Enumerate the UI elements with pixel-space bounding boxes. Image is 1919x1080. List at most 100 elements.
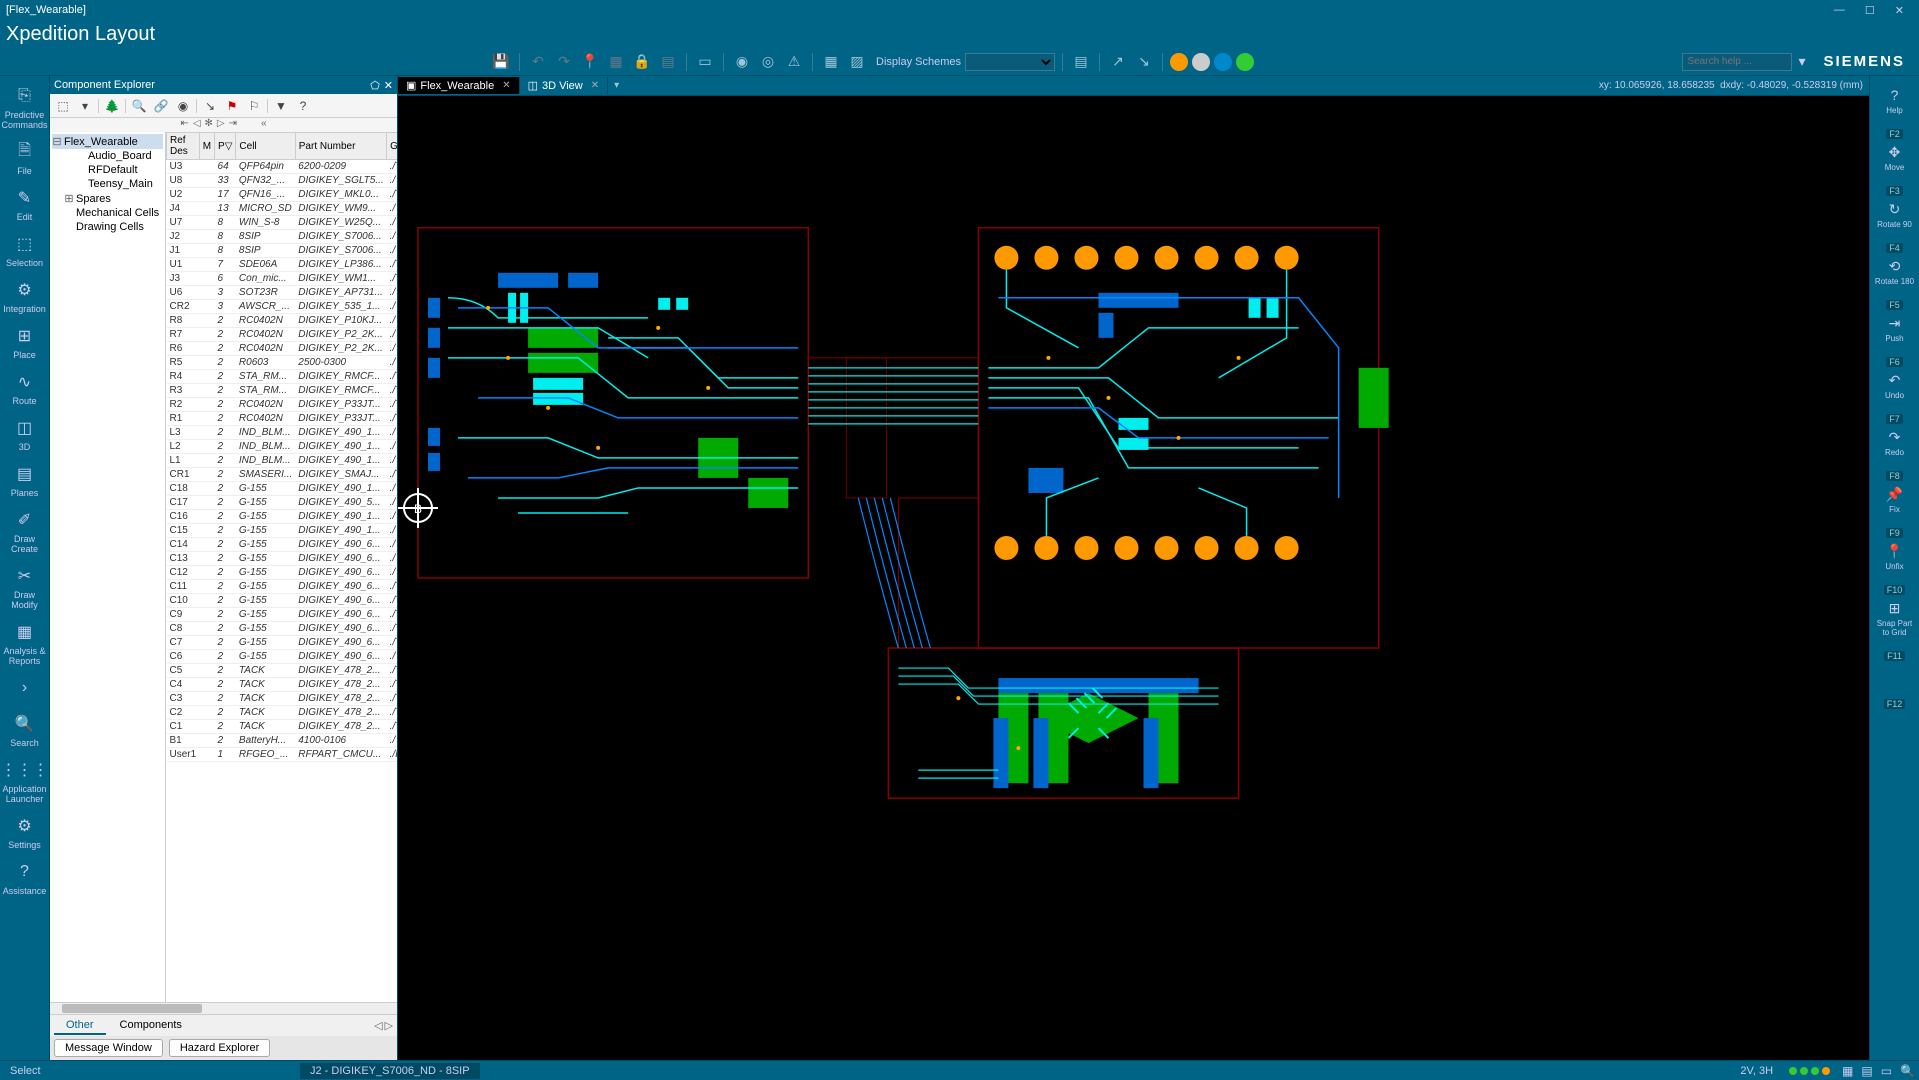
highlight-icon[interactable]: ◉ (731, 51, 753, 73)
table-row[interactable]: R82RC0402NDIGIKEY_P10KJ..../ (167, 314, 398, 328)
nav-last-icon[interactable]: ⇥ (229, 118, 237, 132)
tb-flag2-icon[interactable]: ⚐ (245, 97, 263, 115)
table-row[interactable]: U217QFN16_...DIGIKEY_MKL0..../Teens (167, 188, 398, 202)
table-row[interactable]: R12RC0402NDIGIKEY_P33JT..../Teens (167, 412, 398, 426)
pin-icon[interactable]: 📍 (579, 51, 601, 73)
grid-icon[interactable]: ▦ (605, 51, 627, 73)
tree-node[interactable]: Teensy_Main (52, 177, 163, 191)
col-header[interactable]: Part Number (295, 133, 386, 160)
table-row[interactable]: C112G-155DIGIKEY_490_6..../Teens (167, 580, 398, 594)
col-header[interactable]: M (199, 133, 214, 160)
scheme-icon[interactable]: ▦ (820, 51, 842, 73)
table-row[interactable]: C152G-155DIGIKEY_490_1..../ (167, 524, 398, 538)
table-row[interactable]: C82G-155DIGIKEY_490_6..../Teens (167, 622, 398, 636)
table-row[interactable]: U78WIN_S-8DIGIKEY_W25Q..../ (167, 216, 398, 230)
leftrail-item-12[interactable]: › (1, 672, 49, 706)
doc-tab-close-icon[interactable]: ✕ (591, 80, 599, 91)
table-row[interactable]: C52TACKDIGIKEY_478_2..../Teens (167, 664, 398, 678)
rightrail-item-7[interactable]: F8📌Fix (1871, 467, 1919, 518)
filter-icon[interactable]: ◎ (757, 51, 779, 73)
leftrail-item-5[interactable]: ⊞Place (1, 320, 49, 364)
table-row[interactable]: C172G-155DIGIKEY_490_5..../ (167, 496, 398, 510)
table-row[interactable]: User11RFGEO_...RFPART_CMCU..../RFDef (167, 748, 398, 762)
tree-node[interactable]: Drawing Cells (52, 220, 163, 234)
col-header[interactable]: Ref Des (167, 133, 200, 160)
doc-tab-dropdown[interactable]: ▾ (608, 78, 625, 93)
leftrail-item-13[interactable]: 🔍Search (1, 708, 49, 752)
tb-flag-icon[interactable]: ⚑ (223, 97, 241, 115)
rightrail-item-4[interactable]: F5⇥Push (1871, 296, 1919, 347)
table-row[interactable]: C32TACKDIGIKEY_478_2..../Teens (167, 692, 398, 706)
table-row[interactable]: C62G-155DIGIKEY_490_6..../ (167, 650, 398, 664)
explorer-tab[interactable]: Other (54, 1017, 106, 1035)
board-icon[interactable]: ▭ (694, 51, 716, 73)
leftrail-item-15[interactable]: ⚙Settings (1, 810, 49, 854)
table-row[interactable]: CR12SMASERI...DIGIKEY_SMAJ..../Teens (167, 468, 398, 482)
tb-link-icon[interactable]: 🔗 (152, 97, 170, 115)
tree-node[interactable]: Mechanical Cells (52, 206, 163, 220)
explorer-tab[interactable]: Components (108, 1017, 194, 1035)
tb-search-icon[interactable]: 🔍 (130, 97, 148, 115)
search-dropdown-icon[interactable]: ▾ (1798, 53, 1805, 70)
leftrail-item-7[interactable]: ◫3D (1, 412, 49, 456)
status-layer-icon[interactable]: ▤ (1857, 1064, 1876, 1078)
nav-refresh-icon[interactable]: ✻ (205, 118, 213, 132)
table-row[interactable]: L22IND_BLM...DIGIKEY_490_1..../ (167, 440, 398, 454)
status-grid-icon[interactable]: ▦ (1838, 1064, 1857, 1078)
table-row[interactable]: U63SOT23RDIGIKEY_AP731..../ (167, 286, 398, 300)
doc-tab-close-icon[interactable]: ✕ (502, 80, 510, 91)
table-row[interactable]: C92G-155DIGIKEY_490_6..../Teens (167, 608, 398, 622)
tb-highlight-icon[interactable]: ◉ (174, 97, 192, 115)
leftrail-item-1[interactable]: 🗎File (1, 136, 49, 180)
tree-node[interactable]: ⊞Spares (52, 191, 163, 206)
tree-node[interactable]: RFDefault (52, 163, 163, 177)
display-schemes-select[interactable] (965, 53, 1055, 71)
close-button[interactable]: ✕ (1890, 4, 1909, 17)
rightrail-item-10[interactable]: F11 (1871, 647, 1919, 689)
nav-next-icon[interactable]: ▷ (217, 118, 225, 132)
nav-first-icon[interactable]: ⇤ (180, 118, 188, 132)
col-header[interactable]: Group (387, 133, 397, 160)
table-row[interactable]: R52R06032500-0300./ (167, 356, 398, 370)
table-row[interactable]: J36Con_mic...DIGIKEY_WM1..../Teens (167, 272, 398, 286)
leftrail-item-10[interactable]: ✂DrawModify (1, 560, 49, 614)
table-row[interactable]: C162G-155DIGIKEY_490_1..../ (167, 510, 398, 524)
rightrail-item-1[interactable]: F2✥Move (1871, 125, 1919, 176)
table-row[interactable]: J288SIPDIGIKEY_S7006..../ (167, 230, 398, 244)
leftrail-item-11[interactable]: ▦Analysis &Reports (1, 616, 49, 670)
table-row[interactable]: CR23AWSCR_...DIGIKEY_535_1..../ (167, 300, 398, 314)
table-row[interactable]: L12IND_BLM...DIGIKEY_490_1..../ (167, 454, 398, 468)
doc-tab[interactable]: ◫3D View✕ (520, 77, 609, 94)
table-row[interactable]: R22RC0402NDIGIKEY_P33JT..../Teens (167, 398, 398, 412)
minimize-button[interactable]: — (1829, 4, 1850, 17)
tb-tree-icon[interactable]: 🌲 (103, 97, 121, 115)
tb-select-icon[interactable]: ⬚ (54, 97, 72, 115)
tb-help-icon[interactable]: ? (294, 97, 312, 115)
explorer-close-icon[interactable]: ✕ (384, 79, 393, 92)
table-row[interactable]: R72RC0402NDIGIKEY_P2_2K..../ (167, 328, 398, 342)
tab-prev-icon[interactable]: ◁ (374, 1019, 382, 1032)
table-row[interactable]: C142G-155DIGIKEY_490_6..../ (167, 538, 398, 552)
mode-blue-icon[interactable] (1214, 53, 1232, 71)
maximize-button[interactable]: ☐ (1860, 4, 1880, 17)
mode-green-icon[interactable] (1236, 53, 1254, 71)
tb-filter-icon[interactable]: ▼ (272, 97, 290, 115)
leftrail-item-8[interactable]: ▤Planes (1, 458, 49, 502)
tab-next-icon[interactable]: ▷ (385, 1019, 393, 1032)
tree-expand-icon[interactable]: ⊞ (64, 192, 74, 205)
table-row[interactable]: C12TACKDIGIKEY_478_2..../Teens (167, 720, 398, 734)
status-zoom-icon[interactable]: 🔍 (1896, 1064, 1919, 1078)
table-row[interactable]: R32STA_RM...DIGIKEY_RMCF..../Teens (167, 384, 398, 398)
table-row[interactable]: C182G-155DIGIKEY_490_1..../ (167, 482, 398, 496)
table-row[interactable]: B12BatteryH...4100-0106./ (167, 734, 398, 748)
table-row[interactable]: C42TACKDIGIKEY_478_2..../Teens (167, 678, 398, 692)
rightrail-item-8[interactable]: F9📍Unfix (1871, 524, 1919, 575)
pcb-canvas[interactable]: B (398, 96, 1869, 1060)
table-row[interactable]: C132G-155DIGIKEY_490_6..../ (167, 552, 398, 566)
table-row[interactable]: C122G-155DIGIKEY_490_6..../ (167, 566, 398, 580)
table-row[interactable]: U833QFN32_...DIGIKEY_SGLT5..../ (167, 174, 398, 188)
export-icon[interactable]: ↗ (1107, 51, 1129, 73)
rightrail-item-3[interactable]: F4⟲Rotate 180 (1871, 239, 1919, 290)
status-lock-icon[interactable]: ▭ (1877, 1064, 1896, 1078)
mode-orange-icon[interactable] (1170, 53, 1188, 71)
